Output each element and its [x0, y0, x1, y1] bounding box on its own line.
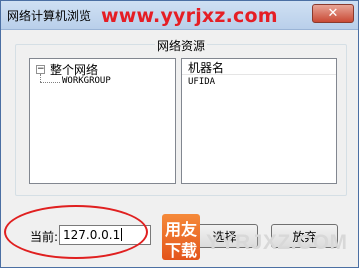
- network-tree[interactable]: − 整个网络 WORKGROUP: [29, 58, 176, 184]
- close-button[interactable]: ✕: [312, 4, 354, 23]
- column-header-machine-name[interactable]: 机器名: [188, 59, 224, 76]
- tree-connector: [40, 82, 60, 83]
- title-bar[interactable]: 网络计算机浏览 www.yyrjxz.com ✕: [1, 1, 358, 30]
- machine-list[interactable]: 机器名 UFIDA: [181, 58, 337, 184]
- annotation-ellipse: [4, 205, 148, 259]
- watermark-logo: 用友 下载: [162, 214, 200, 260]
- window-title: 网络计算机浏览: [7, 9, 92, 23]
- watermark-domain: YYRJXZ.COM: [206, 231, 348, 254]
- network-browser-dialog: 网络计算机浏览 www.yyrjxz.com ✕ 网络资源 − 整个网络 WOR…: [0, 0, 359, 268]
- tree-connector: [40, 74, 41, 82]
- watermark-url: www.yyrjxz.com: [101, 5, 278, 27]
- network-resources-label: 网络资源: [155, 37, 208, 54]
- close-icon: ✕: [327, 6, 339, 21]
- list-header[interactable]: 机器名: [182, 59, 336, 75]
- list-item[interactable]: UFIDA: [188, 77, 215, 87]
- watermark-logo-line2: 下载: [164, 241, 197, 260]
- tree-item-workgroup[interactable]: WORKGROUP: [62, 76, 111, 86]
- collapse-icon[interactable]: −: [36, 65, 45, 74]
